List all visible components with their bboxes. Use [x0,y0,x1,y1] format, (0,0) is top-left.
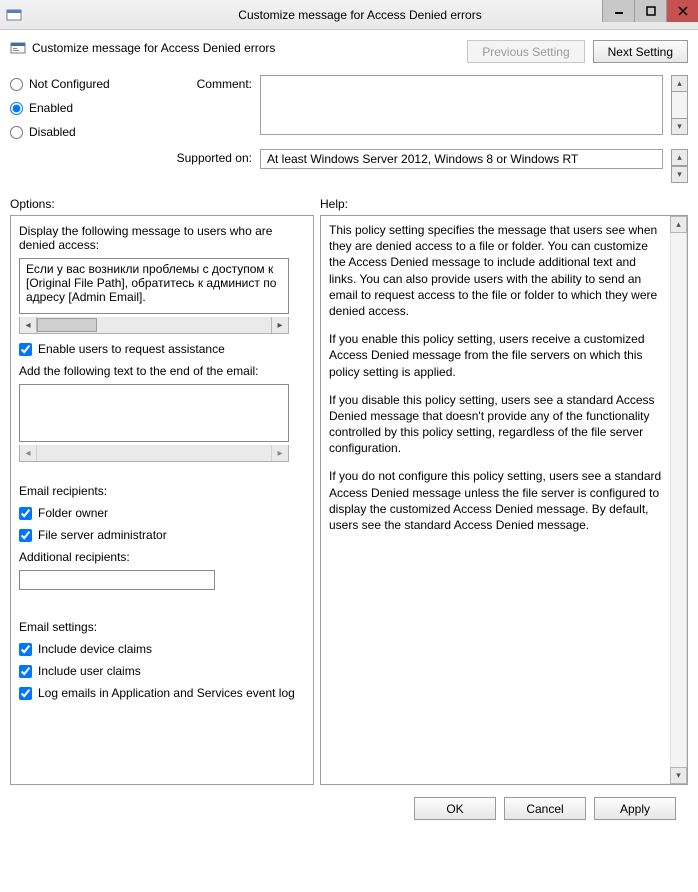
additional-recipients-input[interactable] [19,570,215,590]
folder-owner-label: Folder owner [38,506,108,520]
enable-assistance-checkbox[interactable] [19,343,32,356]
options-panel: Display the following message to users w… [10,215,314,785]
radio-enabled-label: Enabled [29,101,73,115]
minimize-button[interactable] [602,0,634,22]
help-scrollbar[interactable]: ▴ ▾ [670,216,687,784]
email-text-label: Add the following text to the end of the… [19,364,305,378]
policy-icon [10,40,26,56]
scroll-right-icon[interactable]: ▸ [271,317,288,333]
scroll-down-icon[interactable]: ▾ [671,118,688,135]
additional-recipients-label: Additional recipients: [19,550,305,564]
scroll-left-icon[interactable]: ◂ [20,317,37,333]
titlebar: Customize message for Access Denied erro… [0,0,698,30]
user-claims-checkbox[interactable] [19,665,32,678]
cancel-button[interactable]: Cancel [504,797,586,820]
comment-scrollbar[interactable]: ▴ ▾ [671,75,688,135]
help-paragraph: This policy setting specifies the messag… [329,222,666,319]
maximize-button[interactable] [634,0,666,22]
display-message-textarea[interactable] [19,258,289,314]
radio-disabled-label: Disabled [29,125,76,139]
log-emails-label: Log emails in Application and Services e… [38,686,295,700]
help-section-label: Help: [320,197,688,211]
next-setting-button[interactable]: Next Setting [593,40,688,63]
log-emails-checkbox[interactable] [19,687,32,700]
radio-not-configured-label: Not Configured [29,77,110,91]
header-label: Customize message for Access Denied erro… [32,41,275,55]
app-icon [6,7,22,23]
display-message-label: Display the following message to users w… [19,224,305,252]
supported-scrollbar[interactable]: ▴ ▾ [671,149,688,183]
comment-textarea[interactable] [260,75,663,135]
scroll-down-icon[interactable]: ▾ [670,767,687,784]
options-section-label: Options: [10,197,320,211]
user-claims-label: Include user claims [38,664,141,678]
recipients-header: Email recipients: [19,484,305,498]
email-text-textarea[interactable] [19,384,289,442]
supported-label: Supported on: [166,149,252,183]
scroll-down-icon[interactable]: ▾ [671,166,688,183]
device-claims-checkbox[interactable] [19,643,32,656]
device-claims-label: Include device claims [38,642,152,656]
help-paragraph: If you do not configure this policy sett… [329,468,666,533]
email-settings-header: Email settings: [19,620,305,634]
radio-enabled-input[interactable] [10,102,23,115]
radio-not-configured-input[interactable] [10,78,23,91]
help-paragraph: If you enable this policy setting, users… [329,331,666,380]
fs-admin-label: File server administrator [38,528,167,542]
scroll-left-icon[interactable]: ◂ [20,445,37,461]
window-title: Customize message for Access Denied erro… [22,8,698,22]
scroll-up-icon[interactable]: ▴ [670,216,687,233]
apply-button[interactable]: Apply [594,797,676,820]
help-paragraph: If you disable this policy setting, user… [329,392,666,457]
close-button[interactable] [666,0,698,22]
email-text-hscrollbar[interactable]: ◂ ▸ [19,445,289,462]
radio-disabled[interactable]: Disabled [10,125,148,139]
help-panel: This policy setting specifies the messag… [320,215,688,785]
radio-enabled[interactable]: Enabled [10,101,148,115]
ok-button[interactable]: OK [414,797,496,820]
radio-disabled-input[interactable] [10,126,23,139]
scroll-up-icon[interactable]: ▴ [671,75,688,92]
previous-setting-button[interactable]: Previous Setting [467,40,584,63]
radio-not-configured[interactable]: Not Configured [10,77,148,91]
scroll-right-icon[interactable]: ▸ [271,445,288,461]
enable-assistance-label: Enable users to request assistance [38,342,225,356]
fs-admin-checkbox[interactable] [19,529,32,542]
supported-value: At least Windows Server 2012, Windows 8 … [260,149,663,169]
scroll-up-icon[interactable]: ▴ [671,149,688,166]
scroll-thumb[interactable] [37,318,97,332]
folder-owner-checkbox[interactable] [19,507,32,520]
comment-label: Comment: [166,75,252,135]
help-text: This policy setting specifies the messag… [329,222,666,778]
display-message-hscrollbar[interactable]: ◂ ▸ [19,317,289,334]
